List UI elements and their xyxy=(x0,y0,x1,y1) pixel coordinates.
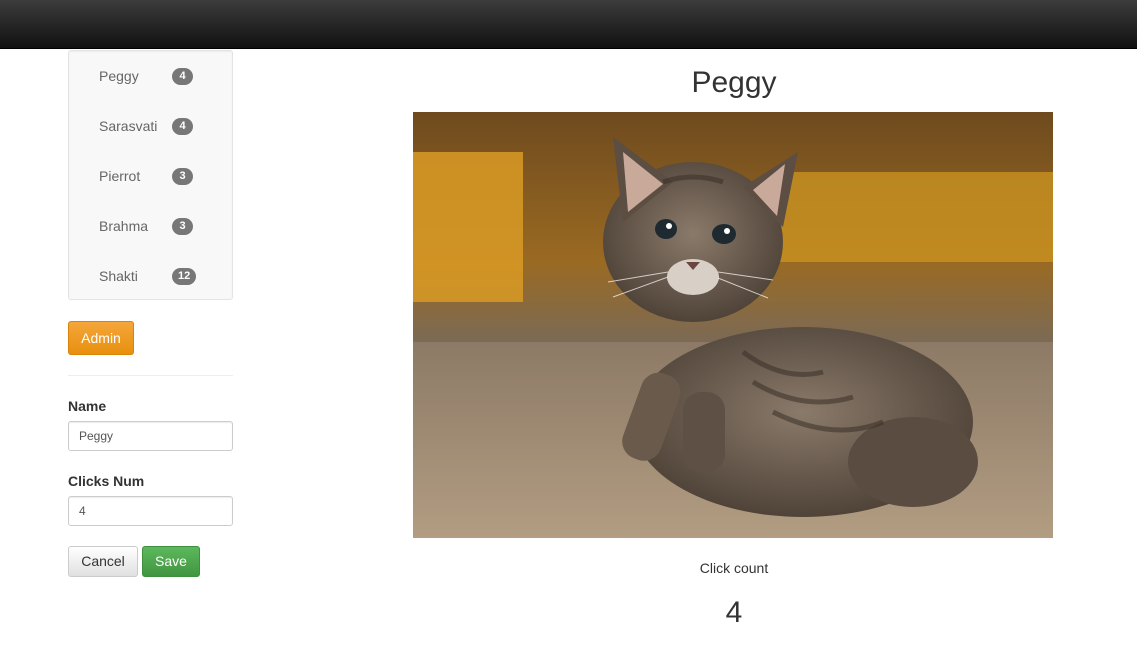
cat-list: Peggy 4 Sarasvati 4 Pierrot 3 Brahma 3 S… xyxy=(68,50,233,300)
cat-list-item-shakti[interactable]: Shakti 12 xyxy=(69,251,232,301)
cat-list-item-peggy[interactable]: Peggy 4 xyxy=(69,51,232,101)
cat-name: Peggy xyxy=(99,68,139,84)
click-count-badge: 3 xyxy=(172,168,193,185)
click-count-badge: 3 xyxy=(172,218,193,235)
cat-name: Shakti xyxy=(99,268,138,284)
name-label: Name xyxy=(68,398,107,414)
save-button[interactable]: Save xyxy=(142,546,200,577)
admin-button[interactable]: Admin xyxy=(68,321,134,355)
top-navbar xyxy=(0,0,1137,49)
cat-title: Peggy xyxy=(691,66,777,99)
click-count-label: Click count xyxy=(699,560,769,576)
cat-list-item-pierrot[interactable]: Pierrot 3 xyxy=(69,151,232,201)
kitten-photo[interactable] xyxy=(413,112,1053,538)
cat-name: Brahma xyxy=(99,218,149,234)
cat-name: Sarasvati xyxy=(99,118,158,134)
click-count-badge: 4 xyxy=(172,118,193,135)
name-input[interactable] xyxy=(68,421,233,451)
cat-name: Pierrot xyxy=(99,168,141,184)
click-count-value: 4 xyxy=(725,596,743,629)
cat-list-item-brahma[interactable]: Brahma 3 xyxy=(69,201,232,251)
click-count-badge: 4 xyxy=(172,68,193,85)
clicks-num-input[interactable] xyxy=(68,496,233,526)
cancel-button[interactable]: Cancel xyxy=(68,546,138,577)
click-count-badge: 12 xyxy=(172,268,197,285)
divider xyxy=(68,375,233,376)
clicks-num-label: Clicks Num xyxy=(68,473,145,489)
cat-list-item-sarasvati[interactable]: Sarasvati 4 xyxy=(69,101,232,151)
